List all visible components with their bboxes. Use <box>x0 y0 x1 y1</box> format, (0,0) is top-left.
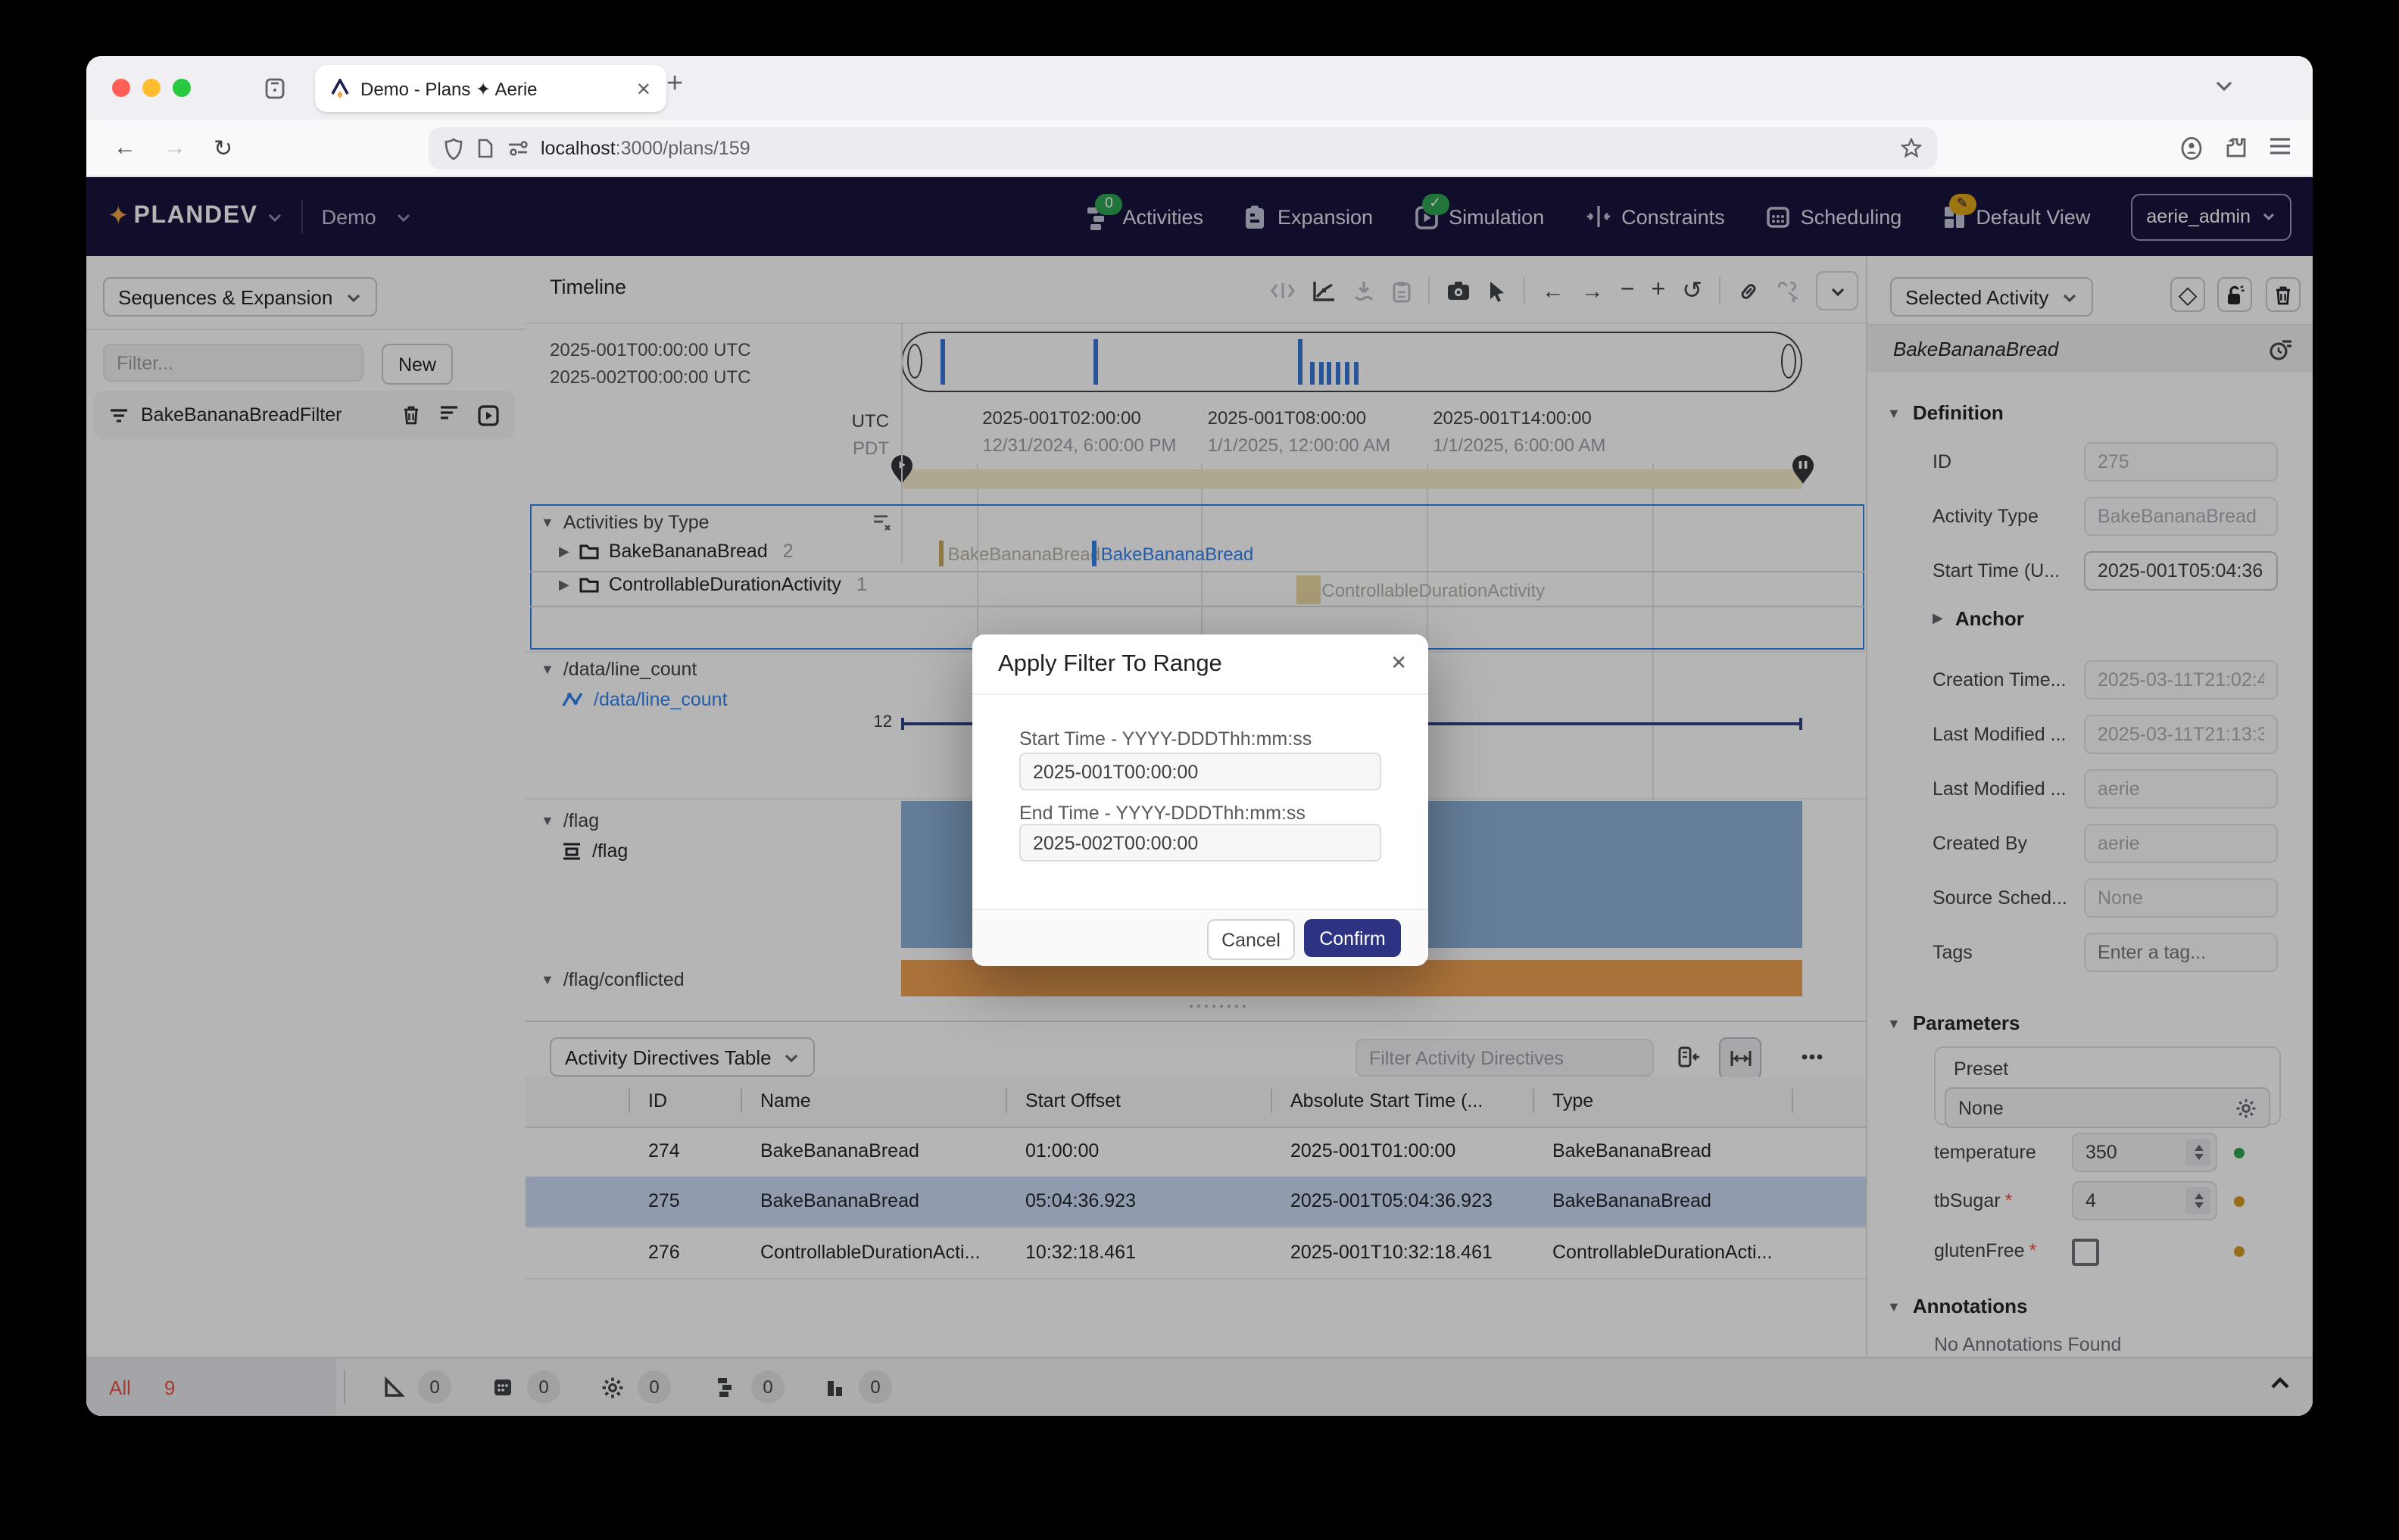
modal-start-time-input[interactable] <box>1019 753 1381 790</box>
browser-window: Demo - Plans ✦ Aerie ✕ + ← → ↻ localhost… <box>86 56 2313 1416</box>
modal-close-icon[interactable]: ✕ <box>1390 651 1407 675</box>
aerie-logo-icon <box>330 78 350 99</box>
url-bar[interactable]: localhost:3000/plans/159 <box>429 127 1937 170</box>
shield-icon[interactable] <box>444 137 463 160</box>
modal-title: Apply Filter To Range <box>998 651 1222 678</box>
browser-tab-strip: Demo - Plans ✦ Aerie ✕ + <box>86 56 2313 120</box>
close-window-button[interactable] <box>112 79 130 97</box>
page-info-icon[interactable] <box>477 138 494 159</box>
aerie-app: ✦ PLANDEV Demo 0 Activities <box>86 177 2313 1416</box>
apply-filter-modal: Apply Filter To Range ✕ Start Time - YYY… <box>972 634 1428 966</box>
bookmark-star-icon[interactable] <box>1901 138 1922 159</box>
back-icon[interactable]: ← <box>114 135 136 161</box>
url-path: :3000/plans/159 <box>616 138 750 159</box>
divider <box>972 694 1428 695</box>
browser-tab[interactable]: Demo - Plans ✦ Aerie ✕ <box>315 65 666 112</box>
new-tab-button[interactable]: + <box>666 68 683 101</box>
reload-icon[interactable]: ↻ <box>214 134 232 161</box>
confirm-button[interactable]: Confirm <box>1304 919 1401 957</box>
browser-toolbar: ← → ↻ localhost:3000/plans/159 <box>86 120 2313 177</box>
modal-end-time-input[interactable] <box>1019 824 1381 862</box>
tab-title: Demo - Plans ✦ Aerie <box>360 78 636 99</box>
tab-list-chevron-icon[interactable] <box>2214 76 2234 95</box>
start-time-label: Start Time - YYYY-DDDThh:mm:ss <box>1019 728 1312 750</box>
screenshot-stage: Demo - Plans ✦ Aerie ✕ + ← → ↻ localhost… <box>0 0 2399 1540</box>
menu-hamburger-icon[interactable] <box>2269 136 2291 160</box>
cancel-button[interactable]: Cancel <box>1207 919 1295 960</box>
modal-footer: Cancel Confirm <box>972 909 1428 966</box>
end-time-label: End Time - YYYY-DDDThh:mm:ss <box>1019 803 1306 824</box>
extensions-icon[interactable] <box>2225 136 2248 160</box>
minimize-window-button[interactable] <box>142 79 161 97</box>
profile-icon[interactable] <box>2179 136 2204 160</box>
tab-overview-icon[interactable] <box>264 76 286 99</box>
forward-icon[interactable]: → <box>164 135 186 161</box>
url-host: localhost <box>541 138 616 159</box>
tab-close-icon[interactable]: ✕ <box>636 78 651 99</box>
permissions-icon[interactable] <box>507 139 529 157</box>
zoom-window-button[interactable] <box>173 79 191 97</box>
